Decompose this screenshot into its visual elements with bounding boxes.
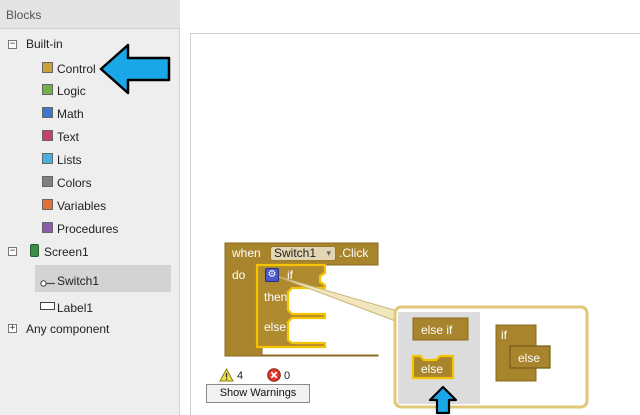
warning-count: 4: [237, 370, 244, 382]
error-count: 0: [284, 370, 291, 382]
blocks-drawing: [224, 242, 589, 409]
component-dropdown[interactable]: Switch1 ▾: [270, 246, 336, 261]
error-icon: [267, 368, 281, 382]
event-when-label: when: [232, 246, 261, 260]
mutator-else-inner-label: else: [518, 351, 541, 365]
mutator-else-label[interactable]: else: [421, 362, 443, 376]
blocks-editor: Blocks − Built-in Control Logic Math Tex…: [0, 0, 640, 415]
dropdown-arrow-icon: ▾: [326, 248, 331, 258]
pointer-up-arrow-icon: [428, 385, 458, 415]
mutator-gear-icon[interactable]: ⚙: [265, 268, 279, 282]
else-label: else: [264, 320, 287, 334]
show-warnings-button[interactable]: Show Warnings: [206, 384, 310, 403]
event-do-label: do: [232, 268, 246, 282]
event-name-label: .Click: [339, 246, 369, 260]
mutator-if-label: if: [501, 328, 507, 342]
mutator-else-if-label[interactable]: else if: [421, 323, 452, 337]
warning-icon: [219, 368, 234, 382]
if-label: if: [287, 268, 293, 282]
then-label: then: [264, 290, 288, 304]
component-dropdown-value: Switch1: [274, 246, 317, 260]
